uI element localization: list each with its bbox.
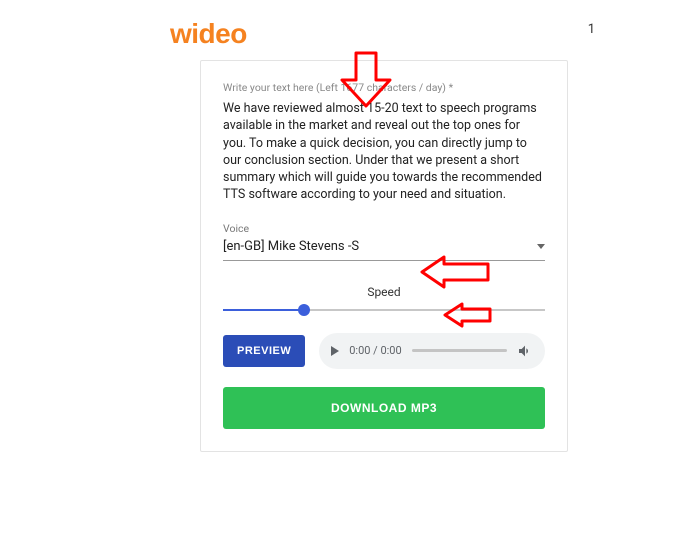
audio-seek-track[interactable] [412,349,507,352]
voice-field-label: Voice [223,222,545,235]
text-input[interactable]: We have reviewed almost 15-20 text to sp… [223,100,545,204]
header-counter: 1 [588,22,595,37]
speed-label: Speed [223,285,545,299]
play-icon[interactable] [331,346,339,356]
speed-slider-fill [223,309,304,311]
tts-card: Write your text here (Left 1677 characte… [200,60,568,452]
speed-slider-thumb[interactable] [298,304,310,316]
audio-time-display: 0:00 / 0:00 [349,344,401,357]
voice-selected-value: [en-GB] Mike Stevens -S [223,239,359,254]
speed-slider[interactable] [223,309,545,311]
wideo-logo: wideo [170,18,247,50]
voice-dropdown[interactable]: [en-GB] Mike Stevens -S [223,239,545,261]
download-mp3-button[interactable]: DOWNLOAD MP3 [223,387,545,429]
chevron-down-icon [537,244,545,249]
preview-button[interactable]: PREVIEW [223,335,305,367]
text-input-label: Write your text here (Left 1677 characte… [223,81,545,94]
audio-player[interactable]: 0:00 / 0:00 [319,333,545,369]
volume-icon[interactable] [517,343,533,359]
